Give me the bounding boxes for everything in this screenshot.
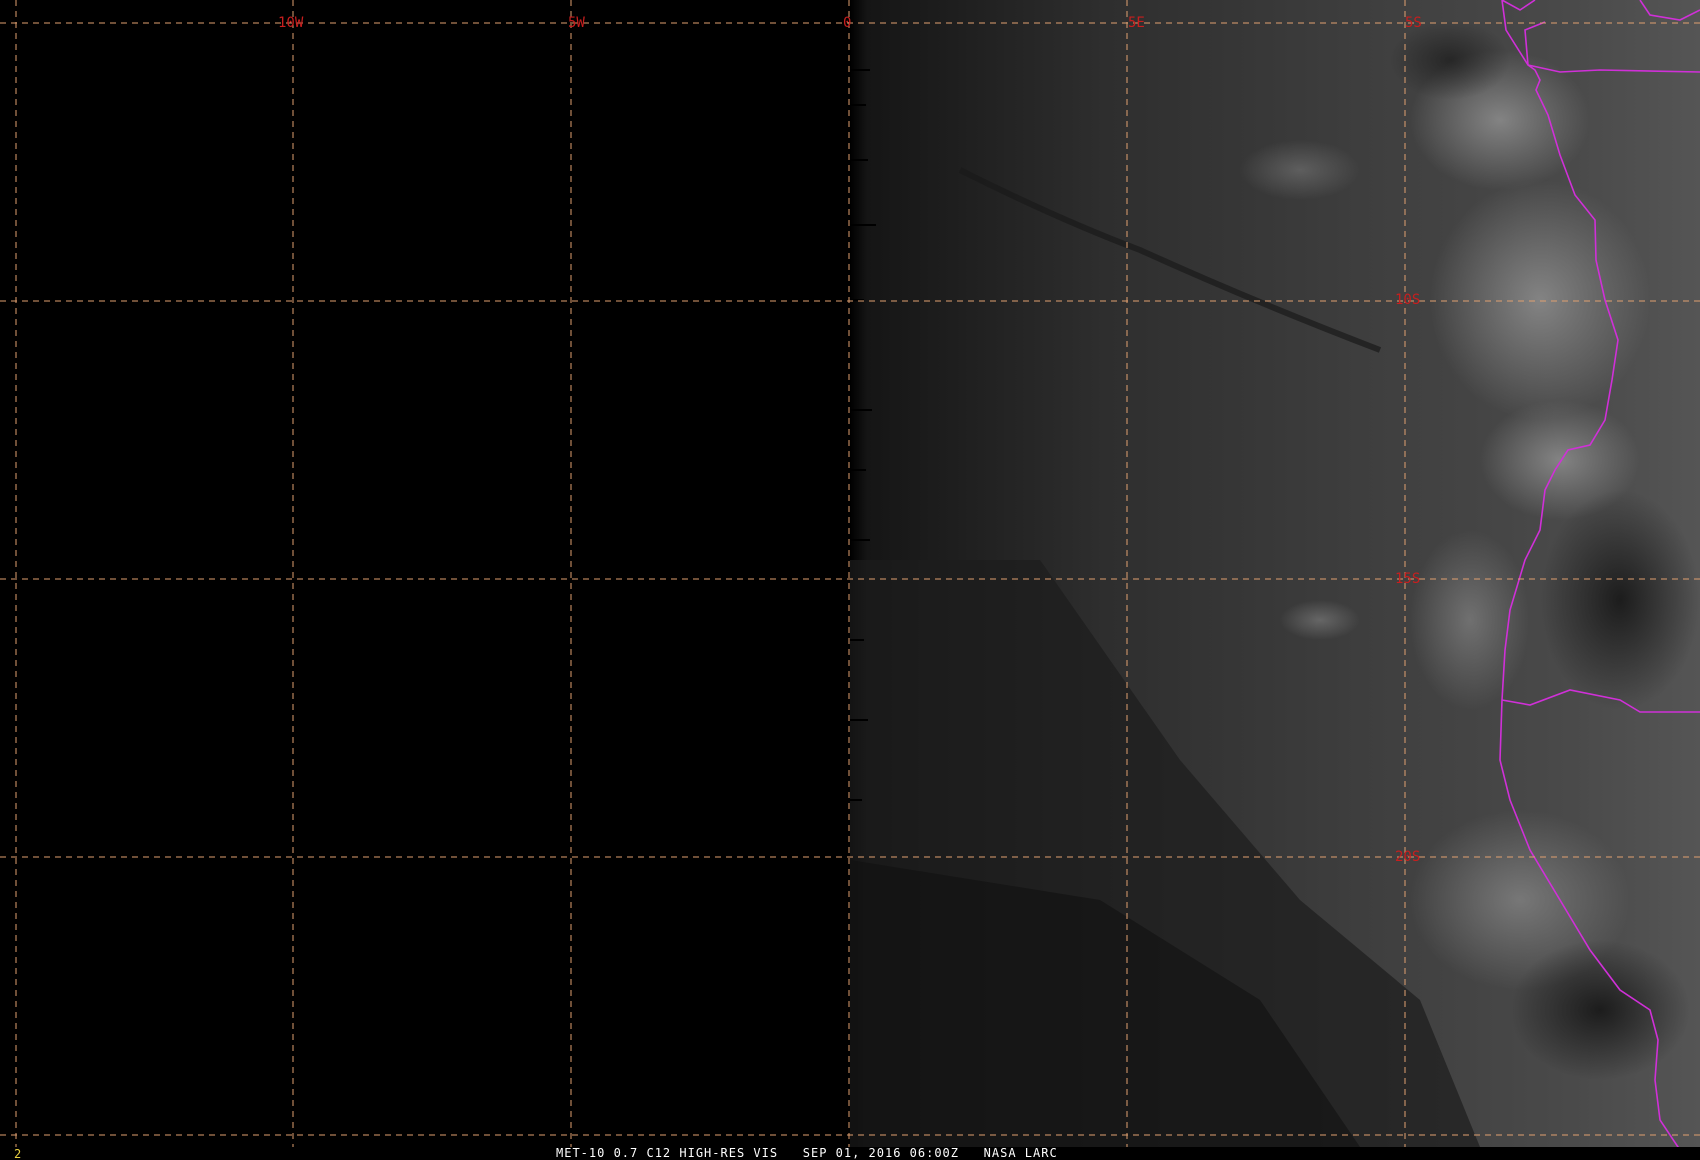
lat-label-10s: 10S — [1395, 292, 1420, 308]
image-caption: MET-10 0.7 C12 HIGH-RES VIS SEP 01, 2016… — [556, 1146, 1058, 1160]
daylit-imagery — [850, 0, 1700, 1147]
frame-number: 2 — [14, 1147, 21, 1160]
lon-label-0: 0 — [843, 15, 851, 31]
lat-label-20s: 20S — [1395, 849, 1420, 865]
lat-label-5s: 5S — [1405, 15, 1422, 31]
satellite-map: 10W 5W 0 5E 5S 10S 15S 20S 2 MET-10 0.7 … — [0, 0, 1700, 1160]
lon-label-5w: 5W — [568, 15, 585, 31]
lat-label-15s: 15S — [1395, 571, 1420, 587]
satellite-image-viewer: 10W 5W 0 5E 5S 10S 15S 20S 2 MET-10 0.7 … — [0, 0, 1700, 1160]
lon-label-10w: 10W — [278, 15, 304, 31]
lon-label-5e: 5E — [1128, 15, 1145, 31]
